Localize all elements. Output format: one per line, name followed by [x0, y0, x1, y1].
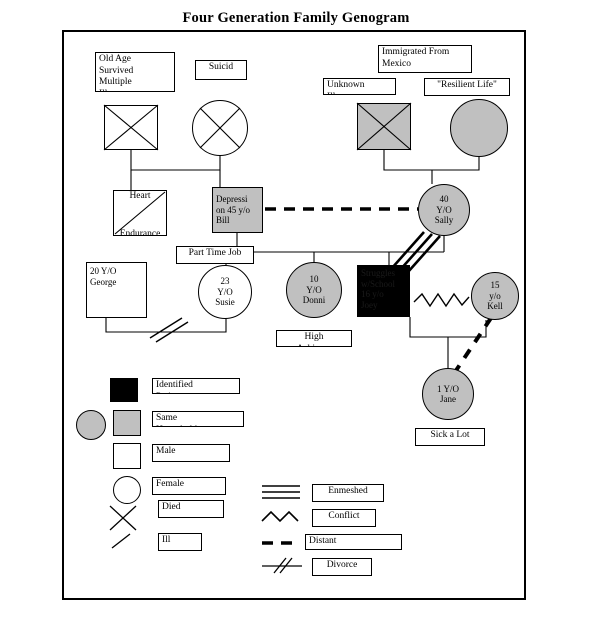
legend-zigzag-conflict-icon: [261, 510, 299, 523]
legend-divorce-icon: [262, 557, 302, 574]
legend-x-mark-died-icon: [109, 505, 137, 531]
legend-glyph-layer: [109, 485, 302, 574]
genogram-canvas: Four Generation Family Genogram Depressi…: [0, 0, 592, 620]
legend-slash-mark-ill-icon: [111, 533, 131, 549]
legend-triple-line-enmeshed-icon: [262, 485, 300, 499]
